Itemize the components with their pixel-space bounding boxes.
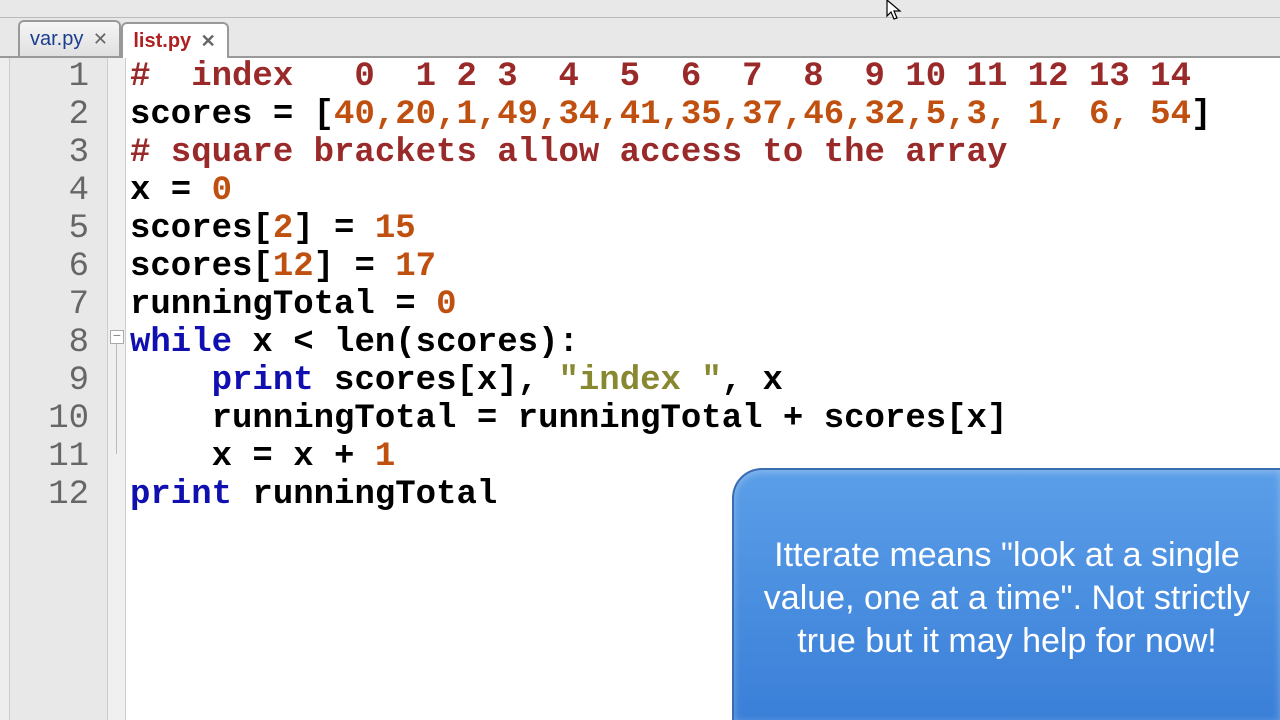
number-list: 40,20,1,49,34,41,35,37,46,32,5,3, 1, 6, …	[334, 96, 1191, 134]
title-bar	[0, 0, 1280, 18]
tab-bar: var.py ✕ list.py ✕	[0, 18, 1280, 58]
code-text: runningTotal =	[130, 286, 436, 324]
comment: # index 0 1 2 3 4 5 6 7 8 9 10 11 12 13 …	[130, 58, 1191, 96]
code-text: scores[x],	[314, 362, 559, 400]
number: 2	[273, 210, 293, 248]
line-number: 4	[10, 172, 107, 210]
left-edge	[0, 58, 10, 720]
code-text: ]	[1191, 96, 1211, 134]
mouse-cursor	[885, 0, 905, 27]
code-text: runningTotal	[232, 476, 497, 514]
line-number: 12	[10, 476, 107, 514]
line-number: 8	[10, 324, 107, 362]
close-icon[interactable]: ✕	[91, 30, 109, 48]
code-text: x =	[130, 172, 212, 210]
keyword: while	[130, 324, 232, 362]
number: 12	[273, 248, 314, 286]
number: 17	[395, 248, 436, 286]
callout-text: Itterate means "look at a single value, …	[762, 534, 1252, 663]
number: 1	[375, 438, 395, 476]
tab-label: list.py	[133, 30, 191, 53]
code-text: , x	[722, 362, 783, 400]
code-text: scores[	[130, 210, 273, 248]
line-number: 6	[10, 248, 107, 286]
line-number: 7	[10, 286, 107, 324]
tab-var-py[interactable]: var.py ✕	[18, 20, 121, 56]
line-number-gutter: 1 2 3 4 5 6 7 8 9 10 11 12	[10, 58, 108, 720]
line-number: 9	[10, 362, 107, 400]
line-number: 3	[10, 134, 107, 172]
tab-list-py[interactable]: list.py ✕	[121, 22, 229, 58]
code-text: scores = [	[130, 96, 334, 134]
comment: # square brackets allow access to the ar…	[130, 134, 1007, 172]
close-icon[interactable]: ✕	[199, 32, 217, 50]
code-text: ] =	[293, 210, 375, 248]
line-number: 5	[10, 210, 107, 248]
fold-toggle-icon[interactable]: −	[110, 330, 124, 344]
line-number: 11	[10, 438, 107, 476]
keyword: print	[212, 362, 314, 400]
string: "index "	[559, 362, 722, 400]
code-text: x = x +	[130, 438, 375, 476]
code-text: runningTotal = runningTotal + scores[x]	[130, 400, 1007, 438]
code-text: scores[	[130, 248, 273, 286]
line-number: 2	[10, 96, 107, 134]
number: 15	[375, 210, 416, 248]
number: 0	[212, 172, 232, 210]
keyword: print	[130, 476, 232, 514]
number: 0	[436, 286, 456, 324]
tab-label: var.py	[30, 28, 83, 51]
line-number: 10	[10, 400, 107, 438]
code-text: x < len(scores):	[232, 324, 579, 362]
indent	[130, 362, 212, 400]
line-number: 1	[10, 58, 107, 96]
info-callout: Itterate means "look at a single value, …	[732, 468, 1280, 720]
fold-column: −	[108, 58, 126, 720]
fold-guide	[116, 344, 117, 454]
code-text: ] =	[314, 248, 396, 286]
